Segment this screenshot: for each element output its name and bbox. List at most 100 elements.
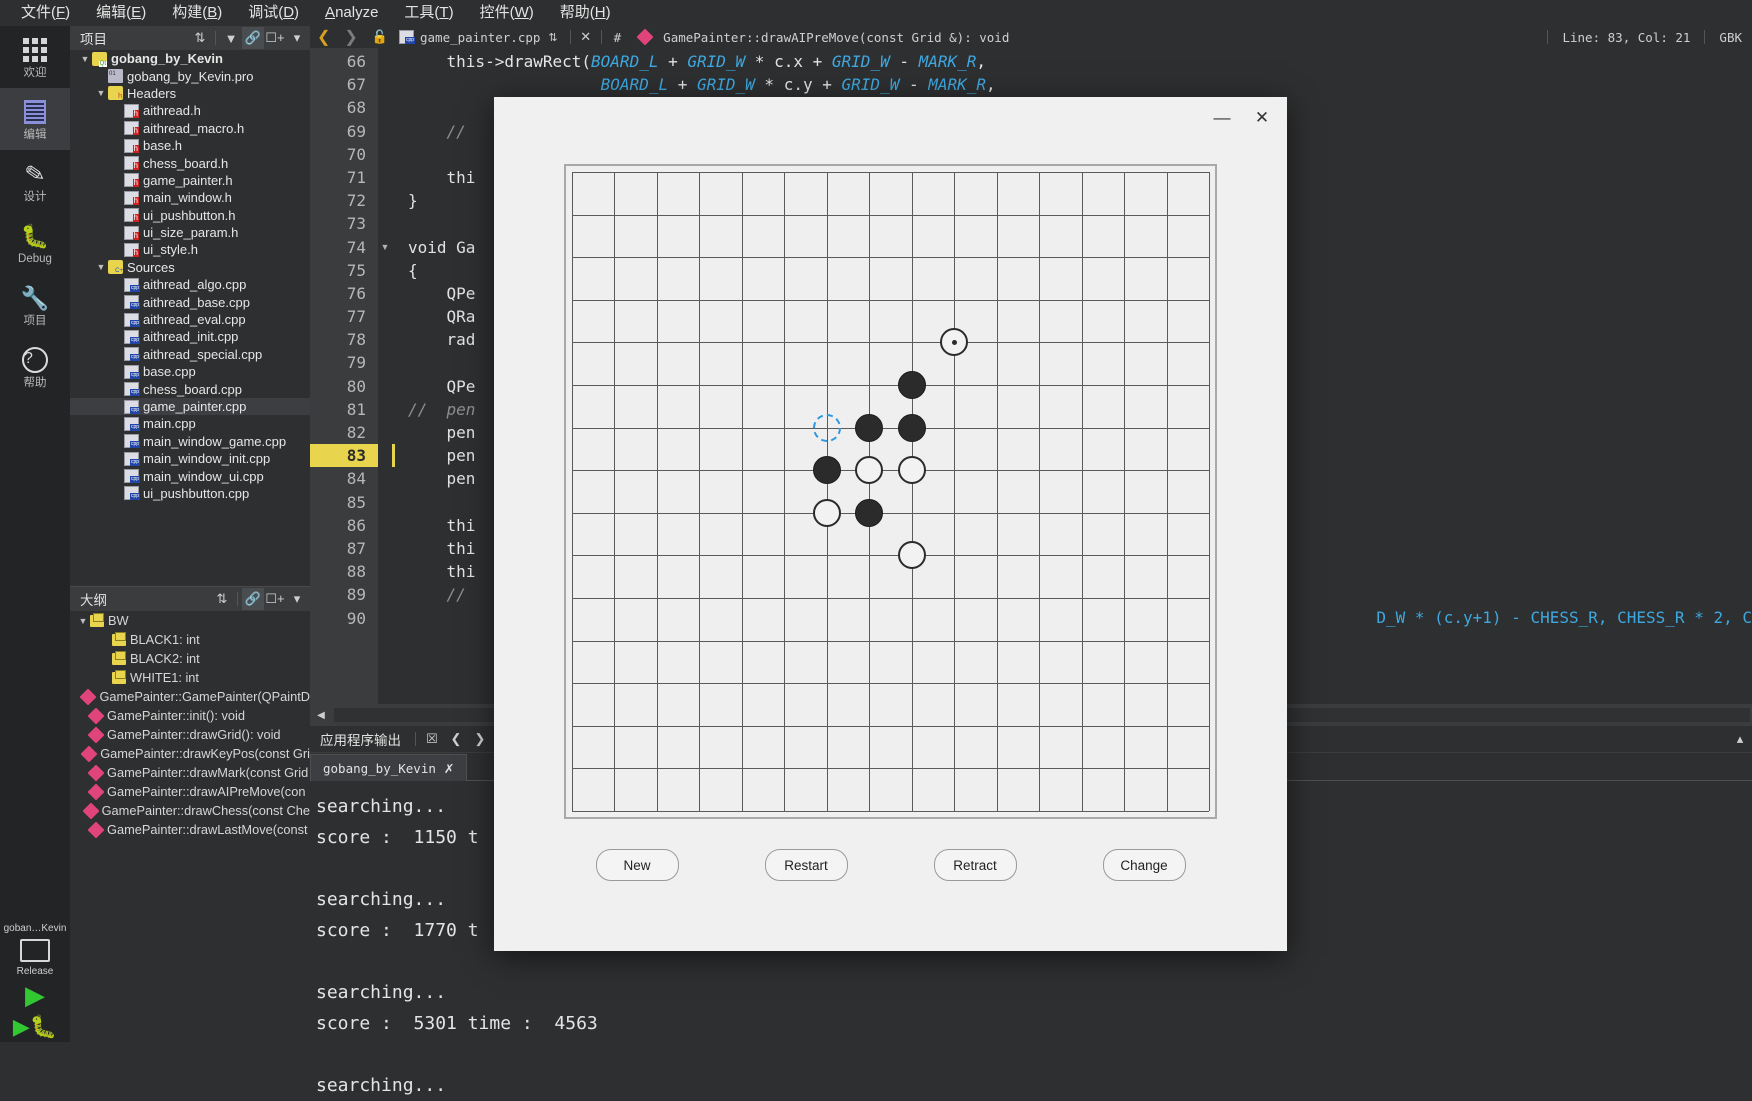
outline-item[interactable]: WHITE1: int xyxy=(70,668,310,687)
chevron-down-icon[interactable]: ▼ xyxy=(76,616,90,626)
outline-item[interactable]: GamePainter::GamePainter(QPaintD xyxy=(70,687,310,706)
new-game-button[interactable]: New xyxy=(595,849,679,881)
project-tree-item[interactable]: game_painter.h xyxy=(70,172,310,189)
project-tree-item[interactable]: ui_style.h xyxy=(70,241,310,258)
split-add-icon[interactable]: ☐+ xyxy=(264,27,286,49)
minimize-icon[interactable]: — xyxy=(1205,103,1239,133)
game-board-frame[interactable] xyxy=(564,164,1217,819)
project-tree-item[interactable]: base.h xyxy=(70,137,310,154)
project-tree-item[interactable]: chess_board.cpp xyxy=(70,380,310,397)
project-tree-item[interactable]: gobang_by_Kevin.pro xyxy=(70,67,310,84)
chevron-down-icon[interactable]: ▼ xyxy=(94,88,108,98)
close-icon[interactable]: ✕ xyxy=(575,26,597,48)
outline-tree[interactable]: ▼ BW BLACK1: int BLACK2: int WHITE1: int Game… xyxy=(70,611,310,839)
project-tree-item[interactable]: aithread_base.cpp xyxy=(70,293,310,310)
clear-icon[interactable]: ☒ xyxy=(420,727,444,751)
code-line[interactable]: BOARD_L + GRID_W * c.y + GRID_W - MARK_R… xyxy=(392,73,1752,96)
outline-item[interactable]: GamePainter::drawKeyPos(const Gri xyxy=(70,744,310,763)
project-tree-item[interactable]: main_window_ui.cpp xyxy=(70,467,310,484)
kit-selector-area[interactable]: goban…Kevin Release ▶ ▶🐛 xyxy=(0,919,70,1042)
line-number: 79 xyxy=(346,353,366,373)
scroll-left-icon[interactable]: ◀ xyxy=(310,710,332,721)
symbol-chip[interactable]: GamePainter::drawAIPreMove(const Grid &)… xyxy=(629,28,1009,46)
fold-marker[interactable]: ▼ xyxy=(378,236,392,259)
project-tree-item[interactable]: main_window.h xyxy=(70,189,310,206)
outline-item[interactable]: GamePainter::drawMark(const Grid xyxy=(70,763,310,782)
outline-item[interactable]: BLACK1: int xyxy=(70,630,310,649)
menu-item-0[interactable]: 文件(F) xyxy=(8,0,83,26)
link-icon[interactable]: 🔗 xyxy=(242,27,264,49)
project-tree-item[interactable]: aithread_init.cpp xyxy=(70,328,310,345)
mode-item-设计[interactable]: ✎ 设计 xyxy=(0,150,70,212)
prev-icon[interactable]: ❮ xyxy=(444,727,468,751)
close-icon[interactable]: ✕ xyxy=(1245,103,1279,133)
retract-button[interactable]: Retract xyxy=(933,849,1017,881)
outline-item[interactable]: BLACK2: int xyxy=(70,649,310,668)
start-debugging-button[interactable]: ▶🐛 xyxy=(0,1012,70,1042)
sort-updown-icon[interactable]: ⇅ xyxy=(189,27,211,49)
mode-item-Debug[interactable]: 🐛 Debug xyxy=(0,212,70,274)
mode-item-帮助[interactable]: ? 帮助 xyxy=(0,336,70,398)
game-board[interactable] xyxy=(572,172,1210,812)
cancel-build-icon[interactable]: ✗ xyxy=(444,761,454,776)
output-tab-label: gobang_by_Kevin xyxy=(323,760,436,776)
run-button[interactable]: ▶ xyxy=(0,978,70,1012)
dropdown-icon[interactable]: ▾ xyxy=(286,27,308,49)
project-tree-item[interactable]: main_window_game.cpp xyxy=(70,433,310,450)
project-tree-item[interactable]: aithread_special.cpp xyxy=(70,346,310,363)
project-tree-item[interactable]: ui_pushbutton.h xyxy=(70,207,310,224)
project-tree-item[interactable]: ui_pushbutton.cpp xyxy=(70,485,310,502)
filter-icon[interactable]: ▼ xyxy=(220,27,242,49)
project-tree[interactable]: ▼ gobang_by_Kevingobang_by_Kevin.pro ▼ Head… xyxy=(70,50,310,586)
unlock-icon[interactable]: 🔓 xyxy=(365,29,395,45)
project-tree-item[interactable]: aithread_macro.h xyxy=(70,120,310,137)
outline-item[interactable]: GamePainter::drawLastMove(const xyxy=(70,820,310,839)
mode-item-项目[interactable]: 🔧 项目 xyxy=(0,274,70,336)
project-tree-item[interactable]: main_window_init.cpp xyxy=(70,450,310,467)
sort-updown-icon[interactable]: ⇅ xyxy=(211,588,233,610)
project-tree-item[interactable]: base.cpp xyxy=(70,363,310,380)
menu-item-2[interactable]: 构建(B) xyxy=(159,0,235,26)
gobang-game-window[interactable]: — ✕ New Restart Retract Change xyxy=(494,97,1287,951)
project-tree-item[interactable]: aithread_eval.cpp xyxy=(70,311,310,328)
outline-item[interactable]: GamePainter::init(): void xyxy=(70,706,310,725)
menu-item-4[interactable]: Analyze xyxy=(312,0,391,26)
project-tree-item[interactable]: ▼ Headers xyxy=(70,85,310,102)
chevron-left-icon[interactable]: ❮ xyxy=(310,27,337,47)
change-button[interactable]: Change xyxy=(1102,849,1186,881)
project-tree-item[interactable]: chess_board.h xyxy=(70,154,310,171)
next-icon[interactable]: ❯ xyxy=(468,727,492,751)
dropdown-icon[interactable]: ▾ xyxy=(286,588,308,610)
menu-item-1[interactable]: 编辑(E) xyxy=(83,0,159,26)
outline-item[interactable]: GamePainter::drawChess(const Che xyxy=(70,801,310,820)
menu-item-7[interactable]: 帮助(H) xyxy=(547,0,624,26)
mode-item-欢迎[interactable]: 欢迎 xyxy=(0,26,70,88)
restart-button[interactable]: Restart xyxy=(764,849,848,881)
chevron-up-icon[interactable]: ▴ xyxy=(1728,727,1752,751)
code-line[interactable]: this->drawRect(BOARD_L + GRID_W * c.x + … xyxy=(392,50,1752,73)
project-tree-item[interactable]: aithread.h xyxy=(70,102,310,119)
outline-item[interactable]: GamePainter::drawAIPreMove(con xyxy=(70,782,310,801)
outline-item[interactable]: GamePainter::drawGrid(): void xyxy=(70,725,310,744)
menu-item-5[interactable]: 工具(T) xyxy=(391,0,466,26)
link-icon[interactable]: 🔗 xyxy=(242,588,264,610)
chevron-right-icon[interactable]: ❯ xyxy=(337,27,364,47)
project-tree-item[interactable]: ▼ gobang_by_Kevin xyxy=(70,50,310,67)
project-tree-item[interactable]: aithread_algo.cpp xyxy=(70,276,310,293)
menu-item-6[interactable]: 控件(W) xyxy=(467,0,547,26)
outline-item[interactable]: ▼ BW xyxy=(70,611,310,630)
split-add-icon[interactable]: ☐+ xyxy=(264,588,286,610)
output-tab-gobang[interactable]: gobang_by_Kevin ✗ xyxy=(310,754,468,781)
project-tree-item[interactable]: ui_size_param.h xyxy=(70,224,310,241)
project-tree-item[interactable]: ▼ Sources xyxy=(70,259,310,276)
project-tree-item[interactable]: game_painter.cpp xyxy=(70,397,310,416)
file-list-dropdown-icon[interactable]: ⇅ xyxy=(540,31,565,44)
game-window-titlebar[interactable]: — ✕ xyxy=(494,97,1287,139)
fold-column[interactable]: ▼ xyxy=(378,48,392,704)
chevron-down-icon[interactable]: ▼ xyxy=(78,54,92,64)
mode-item-编辑[interactable]: 编辑 xyxy=(0,88,70,150)
menu-item-3[interactable]: 调试(D) xyxy=(235,0,312,26)
project-tree-item[interactable]: main.cpp xyxy=(70,415,310,432)
chevron-down-icon[interactable]: ▼ xyxy=(94,262,108,272)
open-file-chip[interactable]: game_painter.cpp xyxy=(395,30,540,45)
